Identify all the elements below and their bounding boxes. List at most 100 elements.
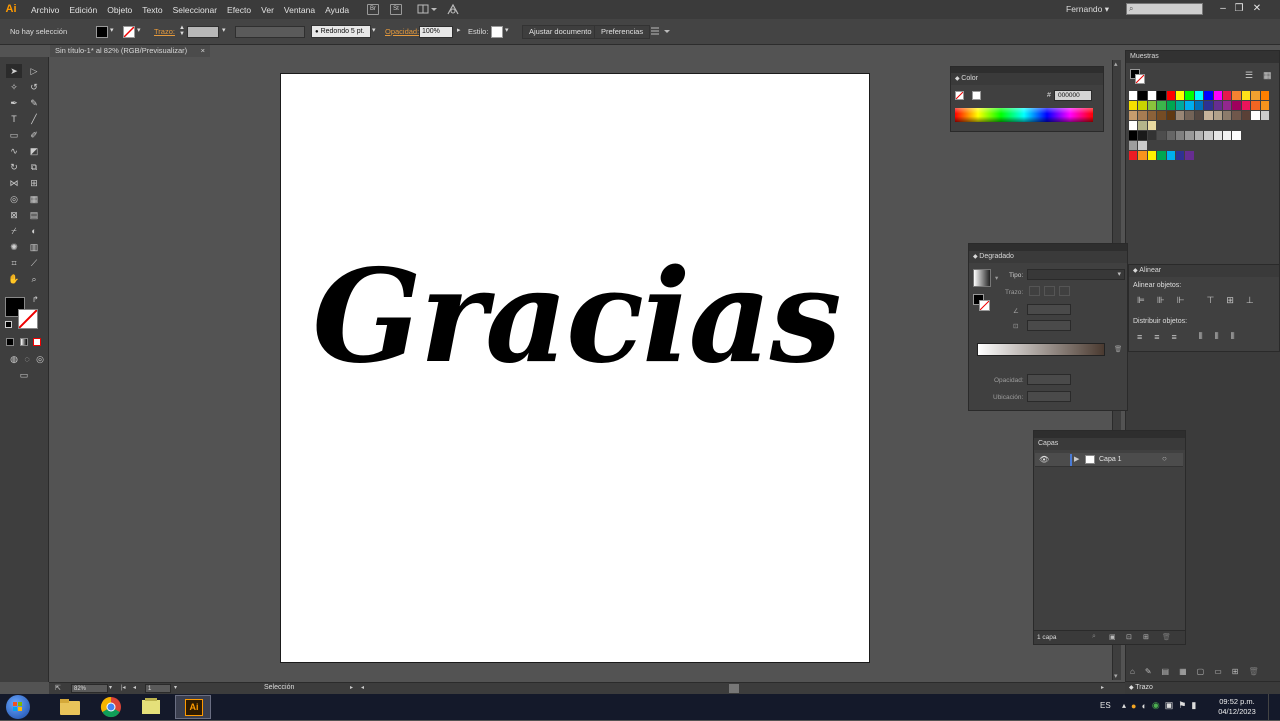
gradient-tool-icon[interactable]: ▤ — [27, 209, 41, 221]
gradient-mode-icon[interactable] — [20, 338, 28, 346]
swatch[interactable] — [1241, 101, 1251, 110]
column-graph-tool-icon[interactable]: ▥ — [27, 241, 41, 253]
align-vcenter-icon[interactable]: ⊞ — [1226, 295, 1234, 306]
swatch[interactable] — [1166, 131, 1176, 140]
color-white-swatch[interactable] — [972, 91, 981, 100]
swatch[interactable] — [1213, 101, 1223, 110]
swatch[interactable] — [1204, 131, 1213, 140]
pen-tool-icon[interactable]: ✒ — [7, 97, 21, 109]
document-tab[interactable]: Sin título-1* al 82% (RGB/Previsualizar)… — [50, 45, 210, 57]
color-mode-icon[interactable] — [6, 338, 14, 346]
swatch[interactable] — [1185, 91, 1194, 100]
align-bottom-icon[interactable]: ⊥ — [1246, 295, 1254, 306]
swatch[interactable] — [1213, 111, 1223, 120]
zoom-input[interactable]: 82% — [71, 684, 108, 693]
lasso-tool-icon[interactable]: ↺ — [27, 81, 41, 93]
new-color-group-icon[interactable]: ▦ — [1179, 667, 1187, 676]
arrange-documents-icon[interactable] — [417, 4, 437, 15]
gradient-slider[interactable] — [977, 343, 1105, 356]
draw-inside-icon[interactable]: ◎ — [33, 353, 47, 365]
scale-tool-icon[interactable]: ⧉ — [27, 161, 41, 173]
swatch[interactable] — [1241, 91, 1251, 100]
stroke-weight-dropdown-icon[interactable]: ▾ — [222, 26, 226, 34]
distribute-left-icon[interactable]: ⦀ — [1199, 331, 1203, 342]
opacity-label[interactable]: Opacidad: — [385, 27, 419, 36]
color-none-swatch[interactable] — [955, 91, 964, 100]
scroll-left-icon[interactable]: ◂ — [361, 684, 364, 691]
direct-selection-tool-icon[interactable]: ▷ — [27, 65, 41, 77]
swatch[interactable] — [1251, 91, 1260, 100]
distribute-bottom-icon[interactable]: ≡ — [1172, 332, 1177, 342]
delete-layer-icon[interactable]: 🗑 — [1162, 633, 1171, 641]
shape-builder-tool-icon[interactable]: ◎ — [7, 193, 21, 205]
stroke-color-box[interactable] — [18, 309, 38, 329]
show-kinds-icon[interactable]: ✎ — [1145, 667, 1152, 676]
search-input[interactable]: ⌕ — [1126, 3, 1203, 15]
eraser-tool-icon[interactable]: ◩ — [27, 145, 41, 157]
swatch[interactable] — [1138, 101, 1147, 110]
language-indicator[interactable]: ES — [1100, 701, 1111, 710]
swatch[interactable] — [1138, 91, 1147, 100]
hand-tool-icon[interactable]: ✋ — [7, 273, 21, 285]
swatch[interactable] — [1138, 141, 1147, 150]
minimize-button[interactable]: – — [1216, 2, 1230, 16]
rectangle-tool-icon[interactable]: ▭ — [7, 129, 21, 141]
stroke-weight-input[interactable] — [187, 26, 219, 38]
status-menu-icon[interactable]: ▸ — [350, 684, 353, 691]
layer-expand-icon[interactable]: ▶ — [1074, 455, 1079, 463]
opacity-input[interactable]: 100% — [419, 26, 453, 38]
stroke-dropdown-icon[interactable]: ▾ — [137, 26, 141, 34]
clock[interactable]: 09:52 p.m. 04/12/2023 — [1212, 697, 1262, 717]
swatch[interactable] — [1138, 151, 1147, 160]
start-button[interactable] — [6, 695, 30, 719]
scroll-right-icon[interactable]: ▸ — [1101, 684, 1104, 691]
bridge-icon[interactable]: Br — [367, 4, 379, 15]
swatch[interactable] — [1185, 111, 1194, 120]
new-layer-icon[interactable]: ⊞ — [1143, 633, 1149, 641]
arrange-panel-menu-icon[interactable] — [650, 26, 670, 38]
swatch[interactable] — [1157, 91, 1166, 100]
swatch[interactable] — [1176, 101, 1185, 110]
swatch[interactable] — [1232, 101, 1241, 110]
stock-icon[interactable]: St — [390, 4, 402, 15]
fill-dropdown-icon[interactable]: ▾ — [110, 26, 114, 34]
swatch[interactable] — [1194, 131, 1204, 140]
swatch[interactable] — [1166, 151, 1176, 160]
perspective-grid-tool-icon[interactable]: ▦ — [27, 193, 41, 205]
gradient-type-select[interactable]: ▾ — [1027, 269, 1125, 280]
scroll-down-icon[interactable]: ▾ — [1114, 672, 1118, 680]
stroke-across-icon[interactable] — [1059, 286, 1070, 296]
brush-dropdown-icon[interactable]: ▾ — [372, 26, 376, 34]
swatch[interactable] — [1176, 151, 1185, 160]
swatch[interactable] — [1251, 101, 1260, 110]
swatch[interactable] — [1166, 101, 1176, 110]
swatch[interactable] — [1147, 111, 1157, 120]
gradient-opacity-input[interactable] — [1027, 374, 1071, 385]
brush-definition[interactable]: ● Redondo 5 pt. — [311, 25, 371, 38]
stroke-panel-collapsed[interactable]: ◆ Trazo — [1125, 681, 1280, 694]
symbol-sprayer-tool-icon[interactable]: ✺ — [7, 241, 21, 253]
stroke-swatch[interactable] — [123, 26, 135, 38]
none-mode-icon[interactable] — [33, 338, 41, 346]
gradient-preview[interactable] — [973, 269, 991, 287]
swatch[interactable] — [1129, 151, 1138, 160]
swatch[interactable] — [1213, 91, 1223, 100]
close-tab-icon[interactable]: × — [201, 45, 205, 57]
new-sublayer-icon[interactable]: ⊡ — [1126, 633, 1132, 641]
menu-ver[interactable]: Ver — [261, 5, 274, 15]
curvature-tool-icon[interactable]: ✎ — [27, 97, 41, 109]
swatch[interactable] — [1204, 111, 1213, 120]
selection-tool-icon[interactable]: ➤ — [7, 65, 21, 77]
align-hcenter-icon[interactable]: ⊪ — [1157, 295, 1165, 306]
trash-icon[interactable]: 🗑 — [1249, 667, 1259, 676]
draw-normal-icon[interactable]: ◍ — [7, 353, 21, 365]
swatch[interactable] — [1241, 111, 1251, 120]
menu-ventana[interactable]: Ventana — [284, 5, 315, 15]
swatch[interactable] — [1185, 151, 1194, 160]
swatch[interactable] — [1157, 131, 1166, 140]
layer-name[interactable]: Capa 1 — [1099, 456, 1122, 463]
mesh-tool-icon[interactable]: ⊠ — [7, 209, 21, 221]
paintbrush-tool-icon[interactable]: ✐ — [27, 129, 41, 141]
align-top-icon[interactable]: ⊤ — [1207, 295, 1215, 306]
artboard[interactable]: Gracias — [280, 73, 870, 663]
